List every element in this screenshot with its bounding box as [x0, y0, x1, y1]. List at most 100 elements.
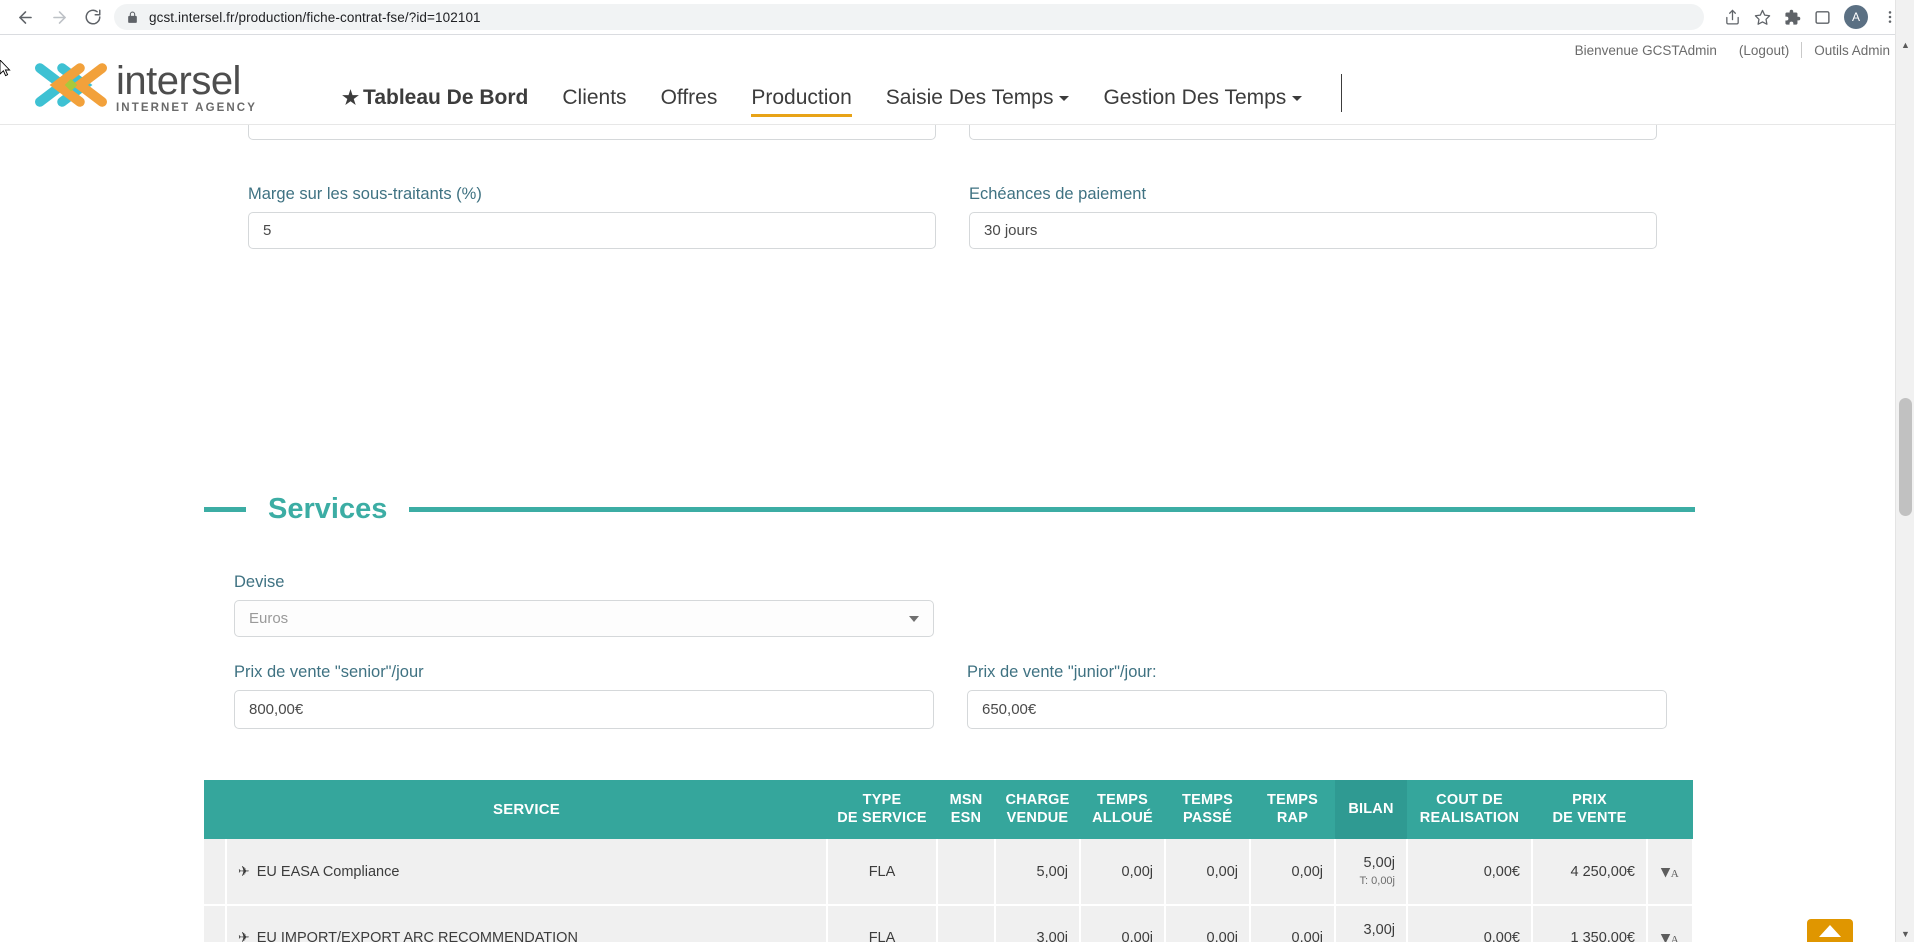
nav-label: Offres: [660, 86, 718, 109]
table-row[interactable]: ✈ EU EASA Compliance FLA 5,00j 0,00j 0,00…: [204, 839, 1694, 906]
logout-link[interactable]: (Logout): [1739, 43, 1789, 58]
echeances-input[interactable]: [969, 212, 1657, 249]
cell-prix-de-vente: 4 250,00€: [1532, 839, 1648, 906]
col-temps-rap[interactable]: TEMPS RAP: [1250, 780, 1335, 840]
prix-junior-group: Prix de vente "junior"/jour:: [967, 663, 1667, 729]
side-panel-icon[interactable]: [1808, 3, 1836, 31]
cell-temps-passe: 0,00j: [1165, 839, 1251, 906]
prix-senior-label: Prix de vente "senior"/jour: [234, 663, 424, 681]
prix-junior-label: Prix de vente "junior"/jour:: [967, 663, 1157, 681]
cell-msn: [937, 839, 996, 906]
forward-button[interactable]: [44, 2, 74, 32]
puzzle-icon[interactable]: [1778, 3, 1806, 31]
cell-temps-alloue: 0,00j: [1080, 839, 1166, 906]
nav-item-tableau-de-bord[interactable]: ★ Tableau De Bord: [342, 87, 545, 124]
col-line-2: VENDUE: [1006, 809, 1069, 826]
col-handle: [204, 780, 226, 840]
col-charge-vendue[interactable]: CHARGE VENDUE: [995, 780, 1080, 840]
row-drag-handle[interactable]: [204, 839, 227, 906]
services-body: Devise Euros Prix de vente "senior"/jour…: [234, 573, 1895, 729]
reload-button[interactable]: [78, 2, 108, 32]
expand-row-button[interactable]: ▾ A: [1661, 929, 1679, 942]
expand-row-button[interactable]: ▾ A: [1661, 863, 1679, 880]
airplane-icon: ✈: [238, 929, 250, 942]
browser-toolbar-actions: A: [1718, 3, 1904, 31]
bilan-sub-value: T: 0,00j: [1359, 875, 1395, 888]
clipped-input-right[interactable]: [969, 125, 1657, 140]
profile-avatar[interactable]: A: [1844, 5, 1868, 29]
clipped-input-left[interactable]: [248, 125, 936, 140]
welcome-text: Bienvenue GCSTAdmin: [1574, 42, 1717, 58]
star-icon: ★: [342, 88, 360, 109]
site-logo[interactable]: intersel INTERNET AGENCY: [32, 61, 257, 114]
section-dash-left: [204, 507, 246, 512]
nav-item-offres[interactable]: Offres: [644, 87, 735, 124]
devise-select[interactable]: Euros: [234, 600, 934, 637]
col-line-1: TEMPS: [1182, 792, 1233, 808]
cell-bilan: 5,00j T: 0,00j: [1335, 839, 1408, 906]
cell-expand[interactable]: ▾ A: [1647, 904, 1694, 942]
col-msn-esn[interactable]: MSN ESN: [937, 780, 995, 840]
section-rule: [409, 507, 1695, 512]
service-name: EU IMPORT/EXPORT ARC RECOMMENDATION: [256, 930, 578, 942]
star-icon[interactable]: [1748, 3, 1776, 31]
nav-label: Production: [751, 86, 852, 109]
echeances-field-group: Echéances de paiement: [969, 185, 1657, 249]
col-temps-alloue[interactable]: TEMPS ALLOUÉ: [1080, 780, 1165, 840]
nav-item-saisie-des-temps[interactable]: Saisie Des Temps: [869, 87, 1087, 124]
col-bilan[interactable]: BILAN: [1335, 780, 1407, 840]
col-line-1: CHARGE: [1005, 792, 1070, 808]
bilan-value: 3,00j: [1363, 921, 1395, 938]
scroll-to-top-button[interactable]: [1807, 919, 1853, 942]
prix-junior-input[interactable]: [967, 690, 1667, 729]
marge-field-group: Marge sur les sous-traitants (%): [248, 185, 936, 249]
lock-icon: [126, 11, 139, 24]
cell-temps-alloue: 0,00j: [1080, 904, 1166, 942]
address-bar[interactable]: gcst.intersel.fr/production/fiche-contra…: [114, 4, 1704, 30]
browser-nav-buttons: [10, 2, 108, 32]
services-section-header: Services: [204, 495, 1695, 524]
row-drag-handle[interactable]: [204, 904, 227, 942]
share-icon[interactable]: [1718, 3, 1746, 31]
services-table: SERVICE TYPE DE SERVICE MSN ESN CHARGE V…: [204, 780, 1694, 942]
reload-icon: [84, 8, 102, 26]
prix-senior-input[interactable]: [234, 690, 934, 729]
user-strip: Bienvenue GCSTAdmin (Logout) Outils Admi…: [1575, 42, 1890, 58]
scrollbar-down-arrow[interactable]: ▼: [1896, 925, 1914, 942]
col-temps-passe[interactable]: TEMPS PASSÉ: [1165, 780, 1250, 840]
clipped-field-row: [0, 125, 1895, 143]
nav-item-production[interactable]: Production: [734, 87, 868, 124]
nav-label: Saisie Des Temps: [885, 86, 1054, 109]
marge-input[interactable]: [248, 212, 936, 249]
logo-wordmark: intersel INTERNET AGENCY: [116, 61, 257, 115]
nav-item-gestion-des-temps[interactable]: Gestion Des Temps: [1086, 87, 1319, 124]
nav-item-clients[interactable]: Clients: [545, 87, 643, 124]
page-scrollbar[interactable]: ▲ ▼: [1895, 0, 1914, 942]
back-button[interactable]: [10, 2, 40, 32]
chevron-down-icon: ▾: [1661, 861, 1670, 881]
col-cout-de-realisation[interactable]: COUT DE REALISATION: [1407, 780, 1532, 840]
logo-tagline: INTERNET AGENCY: [116, 102, 257, 115]
services-table-wrapper: SERVICE TYPE DE SERVICE MSN ESN CHARGE V…: [204, 780, 1694, 942]
prix-senior-group: Prix de vente "senior"/jour: [234, 663, 934, 729]
cell-expand[interactable]: ▾ A: [1647, 839, 1694, 906]
col-service[interactable]: SERVICE: [226, 780, 827, 840]
table-header-row: SERVICE TYPE DE SERVICE MSN ESN CHARGE V…: [204, 780, 1693, 840]
col-prix-de-vente[interactable]: PRIX DE VENTE: [1532, 780, 1647, 840]
table-row[interactable]: ✈ EU IMPORT/EXPORT ARC RECOMMENDATION FLA…: [204, 904, 1694, 942]
cell-msn: [937, 904, 996, 942]
cell-service: ✈ EU IMPORT/EXPORT ARC RECOMMENDATION: [226, 904, 828, 942]
admin-tools-link[interactable]: Outils Admin: [1814, 43, 1890, 58]
scrollbar-thumb[interactable]: [1899, 398, 1912, 516]
chevron-down-icon: [909, 615, 919, 622]
cell-temps-rap: 0,00j: [1250, 839, 1336, 906]
col-type-de-service[interactable]: TYPE DE SERVICE: [827, 780, 937, 840]
address-bar-url: gcst.intersel.fr/production/fiche-contra…: [149, 9, 481, 25]
col-line-1: COUT DE: [1436, 792, 1503, 808]
col-line-2: ESN: [950, 809, 982, 826]
contract-fields-row: Marge sur les sous-traitants (%) Echéanc…: [248, 185, 1895, 249]
prices-row: Prix de vente "senior"/jour Prix de vent…: [234, 663, 1895, 729]
intersel-logo-icon: [35, 63, 107, 107]
scrollbar-up-arrow[interactable]: ▲: [1896, 36, 1914, 53]
nav-label: Tableau De Bord: [363, 86, 529, 109]
